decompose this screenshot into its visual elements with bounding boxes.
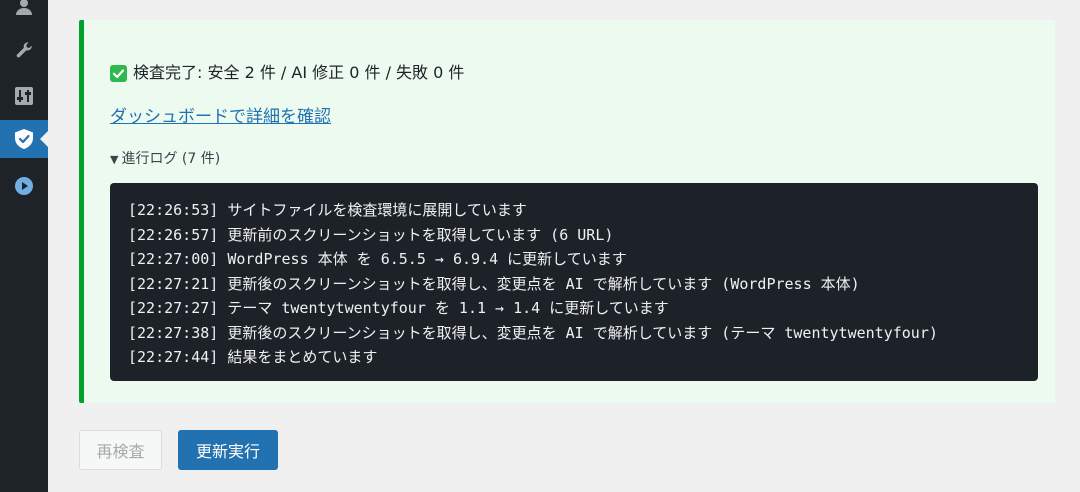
scan-status: 検査完了: 安全 2 件 / AI 修正 0 件 / 失敗 0 件 bbox=[110, 62, 464, 84]
log-line: [22:27:00] WordPress 本体 を 6.5.5 → 6.9.4 … bbox=[128, 250, 627, 268]
progress-log-label: 進行ログ (7 件) bbox=[121, 151, 221, 167]
log-line: [22:27:27] テーマ twentytwentyfour を 1.1 → … bbox=[128, 299, 669, 317]
wrench-icon bbox=[16, 42, 32, 58]
scan-status-text: 検査完了: 安全 2 件 / AI 修正 0 件 / 失敗 0 件 bbox=[133, 63, 465, 82]
recheck-button[interactable]: 再検査 bbox=[79, 430, 162, 470]
run-update-button[interactable]: 更新実行 bbox=[178, 430, 278, 470]
play-circle-icon bbox=[15, 177, 33, 195]
sidebar-item-media[interactable] bbox=[0, 167, 48, 205]
progress-log: [22:26:53] サイトファイルを検査環境に展開しています [22:26:5… bbox=[110, 183, 1038, 381]
progress-log-toggle[interactable]: ▼ 進行ログ (7 件) bbox=[110, 149, 220, 170]
sidebar-item-settings[interactable] bbox=[0, 77, 48, 115]
log-line: [22:27:44] 結果をまとめています bbox=[128, 348, 378, 366]
log-line: [22:26:57] 更新前のスクリーンショットを取得しています (6 URL) bbox=[128, 225, 614, 244]
admin-sidebar bbox=[0, 0, 48, 492]
sidebar-item-users[interactable] bbox=[0, 0, 48, 26]
scan-result-notice: 検査完了: 安全 2 件 / AI 修正 0 件 / 失敗 0 件 ダッシュボー… bbox=[79, 20, 1055, 403]
shield-check-icon bbox=[15, 129, 33, 149]
log-line: [22:27:21] 更新後のスクリーンショットを取得し、変更点を AI で解析… bbox=[128, 274, 860, 293]
log-line: [22:26:53] サイトファイルを検査環境に展開しています bbox=[128, 201, 527, 219]
users-icon bbox=[16, 0, 32, 15]
check-mark-icon bbox=[110, 64, 127, 82]
dashboard-details-link[interactable]: ダッシュボードで詳細を確認 bbox=[110, 106, 331, 128]
sidebar-item-tools[interactable] bbox=[0, 31, 48, 69]
log-line: [22:27:38] 更新後のスクリーンショットを取得し、変更点を AI で解析… bbox=[128, 323, 938, 342]
disclosure-triangle-icon: ▼ bbox=[110, 153, 119, 166]
sidebar-item-security[interactable] bbox=[0, 120, 48, 158]
settings-sliders-icon bbox=[15, 87, 33, 105]
